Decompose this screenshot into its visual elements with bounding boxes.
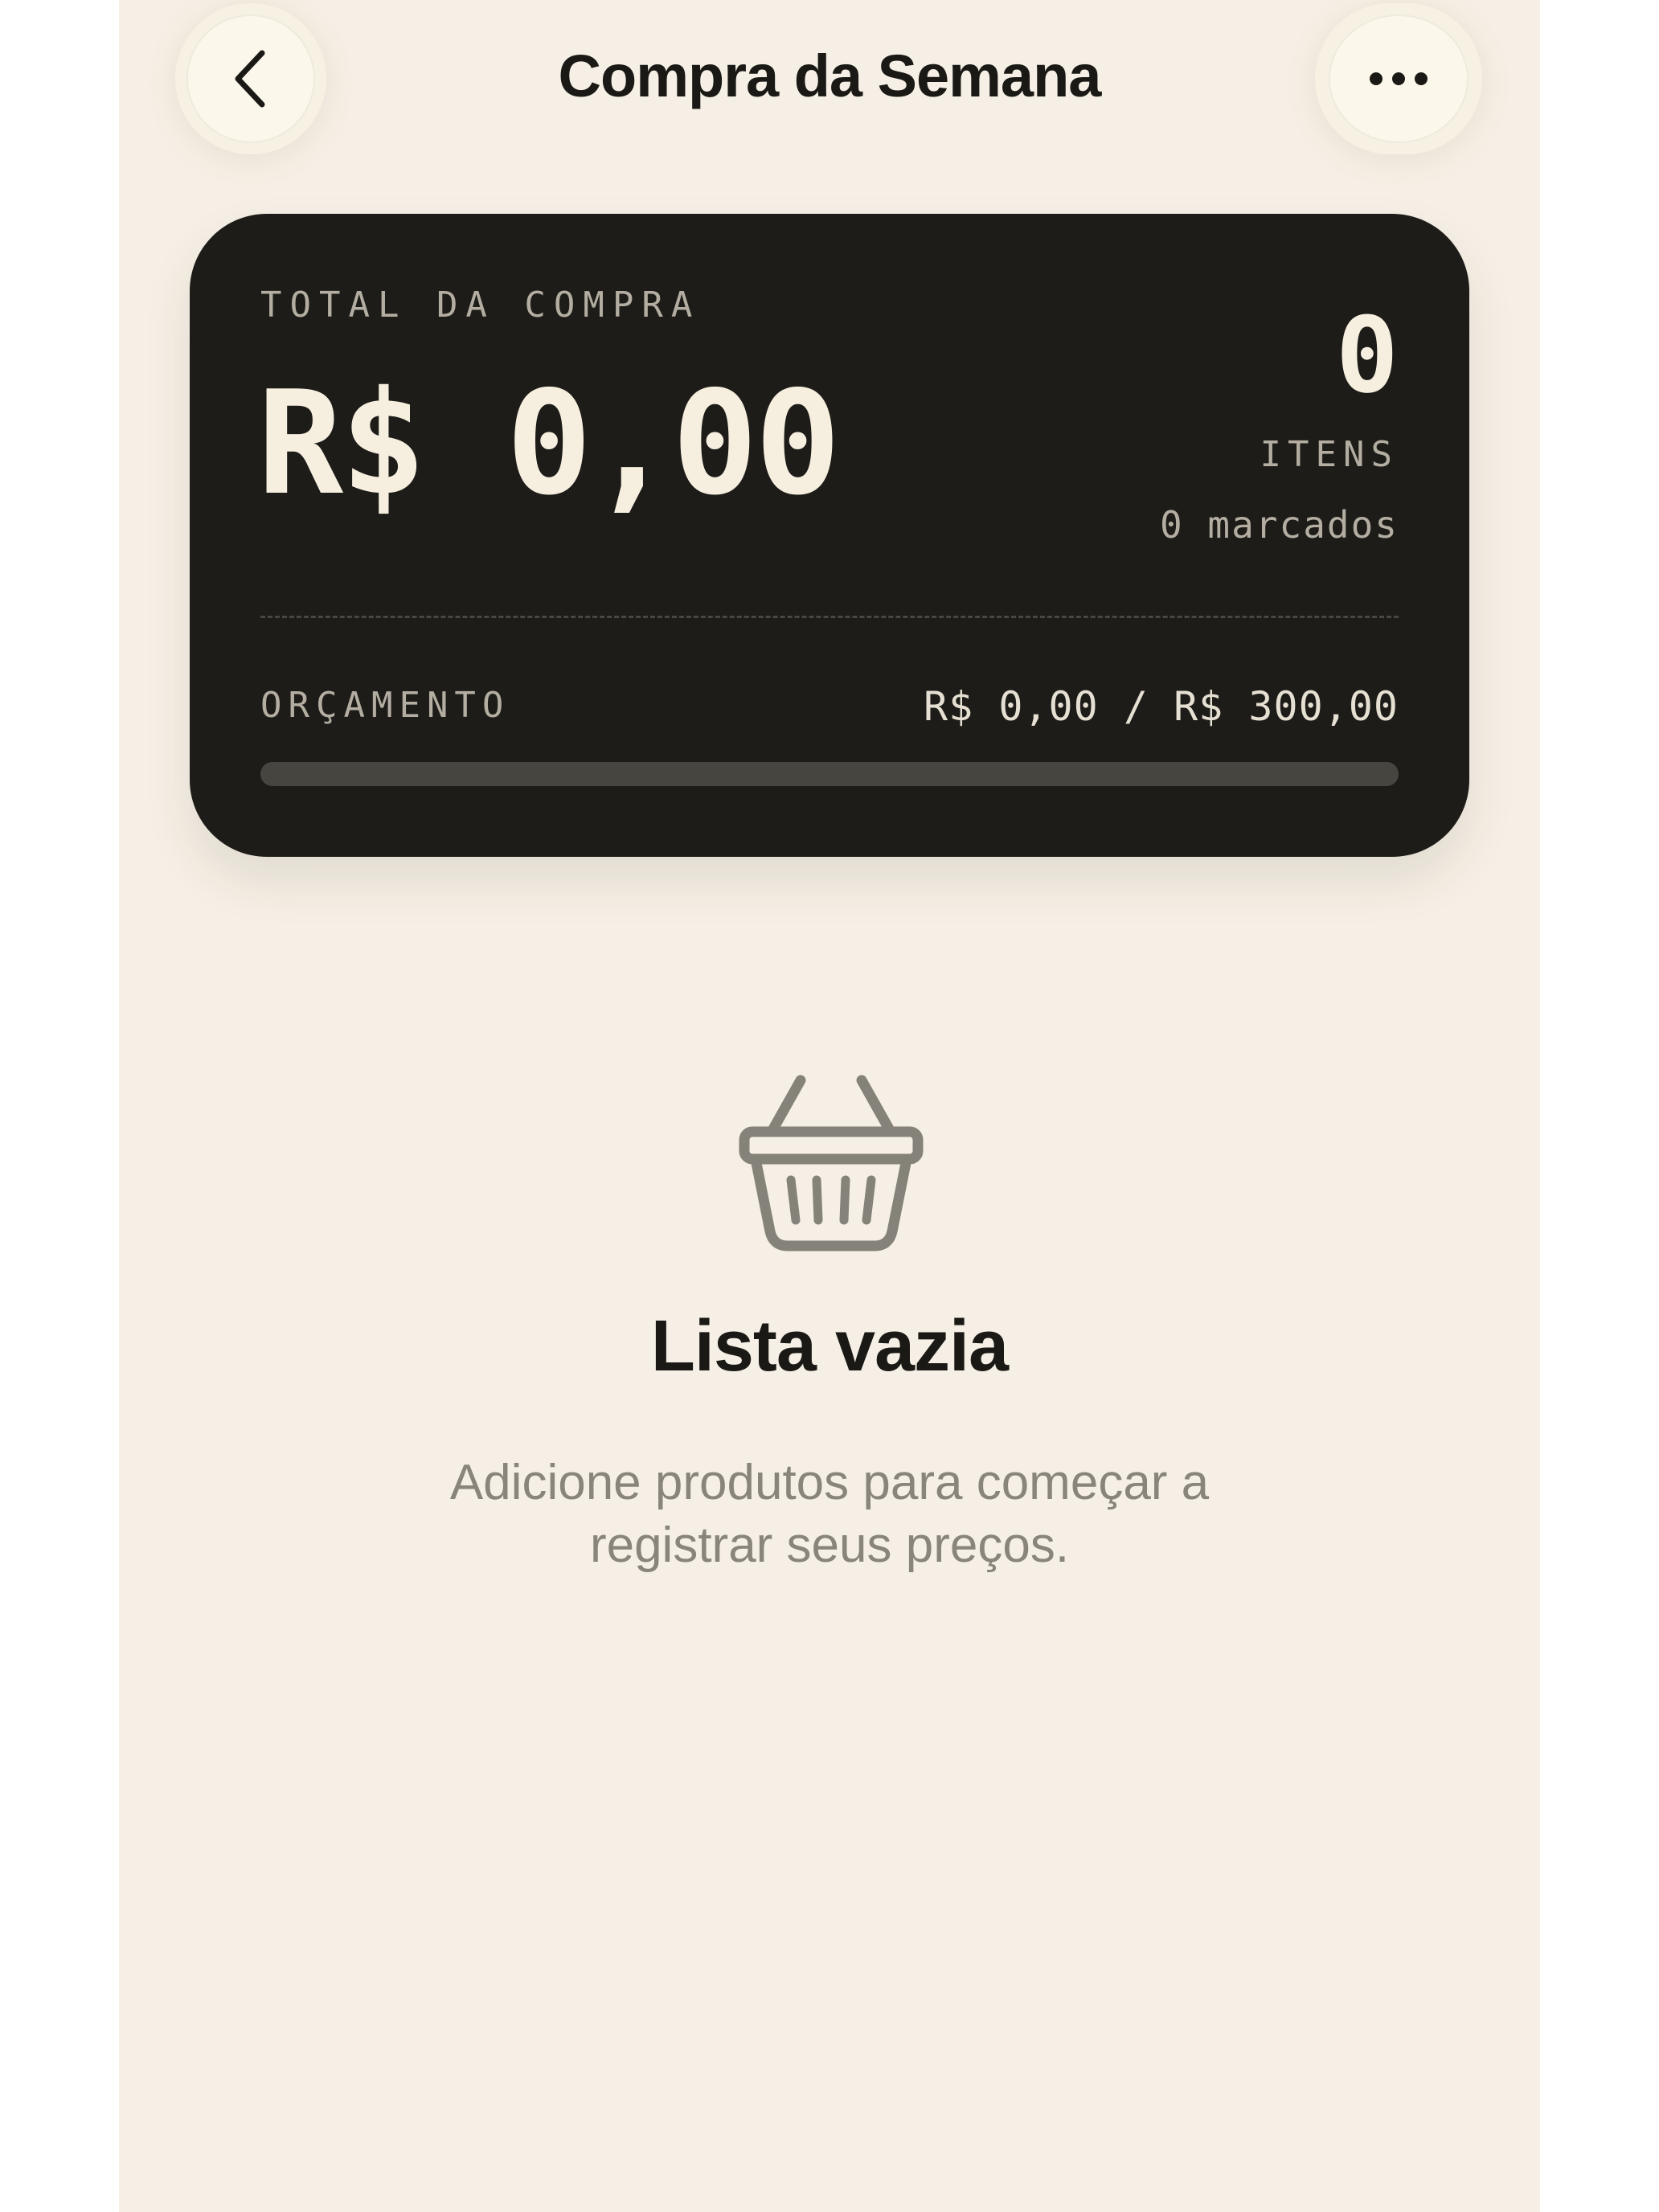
purchase-summary-card: TOTAL DA COMPRA R$ 0,00 0 ITENS 0 marcad… [190,214,1469,857]
budget-value: R$ 0,00 / R$ 300,00 [924,683,1399,730]
budget-label: ORÇAMENTO [260,685,510,726]
budget-progress-bar [260,762,1399,786]
marked-count-label: 0 marcados [1160,503,1399,547]
empty-state-description: Adicione produtos para começar a registr… [449,1455,1210,1573]
shopping-list-screen: Compra da Semana TOTAL DA COMPRA R$ 0,00… [119,0,1540,2212]
total-label: TOTAL DA COMPRA [260,285,701,326]
ellipsis-icon [1370,72,1428,85]
more-options-button[interactable] [1315,3,1482,154]
total-value: R$ 0,00 [257,360,841,526]
basket-icon [739,1075,924,1251]
empty-state-title: Lista vazia [650,1306,1009,1387]
top-bar: Compra da Semana [119,0,1540,191]
dashed-divider [260,616,1399,618]
items-label: ITENS [1260,434,1399,475]
items-count: 0 [1335,294,1399,416]
